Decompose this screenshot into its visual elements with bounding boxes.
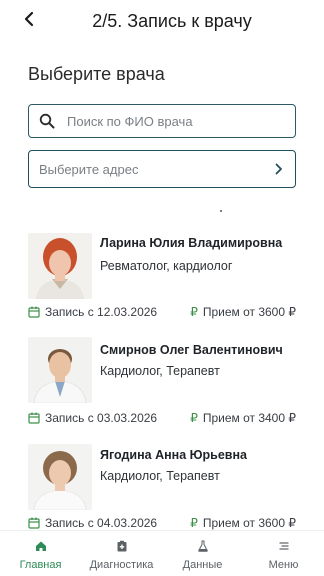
- ruble-icon: ₽: [190, 305, 198, 319]
- calendar-icon: [28, 412, 40, 424]
- slot-row: Запись с 12.03.2026 ₽ Прием от 3600 ₽: [28, 304, 296, 320]
- doctor-photo: [28, 337, 92, 403]
- bottom-nav: Главная Диагностика Данные Меню: [0, 530, 324, 576]
- doctor-name: Смирнов Олег Валентинович: [100, 343, 283, 357]
- calendar-icon: [28, 306, 40, 318]
- chevron-right-icon: [273, 162, 285, 176]
- doctor-card[interactable]: Ягодина Анна Юрьевна Кардиолог, Терапевт…: [0, 442, 324, 542]
- search-field[interactable]: [28, 104, 296, 138]
- doctor-name: Ягодина Анна Юрьевна: [100, 448, 247, 462]
- calendar-icon: [28, 517, 40, 529]
- slot-row: Запись с 03.03.2026 ₽ Прием от 3400 ₽: [28, 410, 296, 426]
- page-title: 2/5. Запись к врачу: [92, 11, 252, 31]
- address-placeholder: Выберите адрес: [39, 161, 139, 177]
- ruble-icon: ₽: [190, 411, 198, 425]
- search-input[interactable]: [67, 113, 277, 129]
- price-label: Прием от 3600 ₽: [202, 516, 296, 530]
- slot-date: Запись с 12.03.2026: [45, 305, 158, 319]
- slot-row: Запись с 04.03.2026 ₽ Прием от 3600 ₽: [28, 515, 296, 531]
- nav-label: Диагностика: [89, 559, 154, 571]
- doctor-photo: [28, 233, 92, 299]
- nav-label: Данные: [182, 559, 223, 571]
- doctor-card[interactable]: Ларина Юлия Владимировна Ревматолог, кар…: [0, 230, 324, 330]
- nav-item-diagnostics[interactable]: Диагностика: [81, 531, 162, 576]
- price-label: Прием от 3600 ₽: [202, 305, 296, 319]
- flask-icon: [196, 539, 210, 553]
- nav-label: Меню: [268, 559, 299, 571]
- menu-icon: [277, 539, 291, 553]
- nav-item-data[interactable]: Данные: [162, 531, 243, 576]
- doctor-name: Ларина Юлия Владимировна: [100, 236, 283, 250]
- doctor-specialty: Кардиолог, Терапевт: [100, 469, 220, 483]
- section-title: Выберите врача: [28, 64, 165, 84]
- nav-item-menu[interactable]: Меню: [243, 531, 324, 576]
- ruble-icon: ₽: [190, 516, 198, 530]
- header: 2/5. Запись к врачу: [0, 0, 324, 44]
- slot-date: Запись с 04.03.2026: [45, 516, 158, 530]
- doctor-specialty: Кардиолог, Терапевт: [100, 364, 220, 378]
- divider-dot: [220, 210, 222, 212]
- doctor-photo: [28, 444, 92, 510]
- search-icon: [39, 113, 55, 129]
- price-label: Прием от 3400 ₽: [202, 411, 296, 425]
- diagnostics-icon: [115, 539, 129, 553]
- home-icon: [34, 539, 48, 553]
- slot-date: Запись с 03.03.2026: [45, 411, 158, 425]
- nav-label: Главная: [19, 559, 62, 571]
- doctor-specialty: Ревматолог, кардиолог: [100, 259, 233, 273]
- address-select[interactable]: Выберите адрес: [28, 150, 296, 188]
- doctor-card[interactable]: Смирнов Олег Валентинович Кардиолог, Тер…: [0, 337, 324, 437]
- nav-item-home[interactable]: Главная: [0, 531, 81, 576]
